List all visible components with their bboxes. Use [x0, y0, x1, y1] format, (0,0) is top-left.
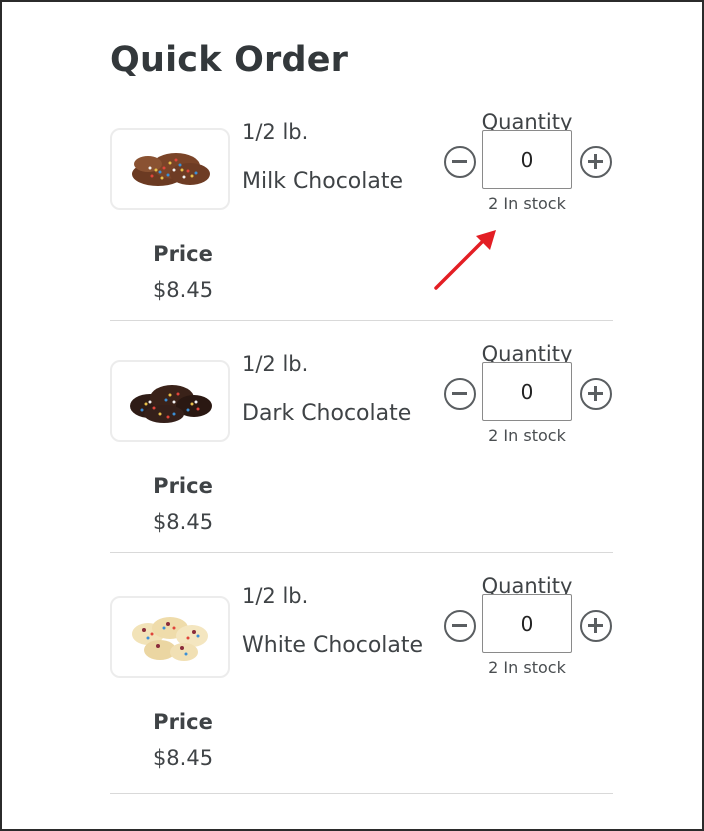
quantity-input[interactable]: [482, 362, 572, 421]
product-size: 1/2 lb.: [242, 120, 309, 144]
stock-status: 2 In stock: [488, 426, 566, 445]
divider: [110, 552, 613, 553]
minus-circle-icon[interactable]: [444, 378, 476, 410]
page-title: Quick Order: [110, 40, 349, 80]
product-name[interactable]: Milk Chocolate: [242, 164, 442, 200]
minus-circle-icon[interactable]: [444, 146, 476, 178]
product-row-milk-chocolate: 1/2 lb. Milk Chocolate Price $8.45 Quant…: [110, 110, 613, 346]
price-value: $8.45: [152, 278, 214, 302]
stock-status: 2 In stock: [488, 194, 566, 213]
divider: [110, 793, 613, 794]
plus-circle-icon[interactable]: [580, 378, 612, 410]
product-row-white-chocolate: 1/2 lb. White Chocolate Price $8.45 Quan…: [110, 574, 613, 810]
product-image-milk-chocolate[interactable]: [110, 128, 230, 210]
product-name[interactable]: White Chocolate: [242, 628, 442, 664]
minus-circle-icon[interactable]: [444, 610, 476, 642]
price-value: $8.45: [152, 746, 214, 770]
quantity-input[interactable]: [482, 594, 572, 653]
quantity-input[interactable]: [482, 130, 572, 189]
stock-status: 2 In stock: [488, 658, 566, 677]
price-label: Price: [153, 710, 213, 734]
price-label: Price: [153, 474, 213, 498]
product-row-dark-chocolate: 1/2 lb. Dark Chocolate Price $8.45 Quant…: [110, 342, 613, 578]
product-size: 1/2 lb.: [242, 352, 309, 376]
plus-circle-icon[interactable]: [580, 610, 612, 642]
red-arrow-icon: [434, 230, 496, 290]
product-image-dark-chocolate[interactable]: [110, 360, 230, 442]
product-image-white-chocolate[interactable]: [110, 596, 230, 678]
plus-circle-icon[interactable]: [580, 146, 612, 178]
product-size: 1/2 lb.: [242, 584, 309, 608]
price-label: Price: [153, 242, 213, 266]
price-value: $8.45: [152, 510, 214, 534]
product-name[interactable]: Dark Chocolate: [242, 396, 442, 432]
divider: [110, 320, 613, 321]
